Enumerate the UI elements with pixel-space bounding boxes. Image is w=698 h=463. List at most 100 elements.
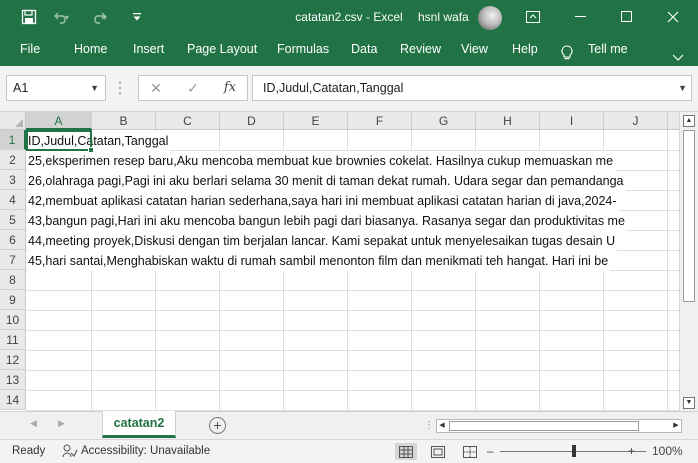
cell-a7[interactable]: 45,hari santai,Menghabiskan waktu di rum… (28, 251, 611, 271)
row-header[interactable]: 2 (0, 150, 26, 170)
previous-sheet-icon[interactable]: ◀ (30, 418, 37, 429)
undo-dropdown-icon[interactable]: ▾ (60, 0, 74, 34)
zoom-out-button[interactable]: – (487, 440, 494, 463)
column-header-d[interactable]: D (220, 112, 284, 130)
row-header[interactable]: 7 (0, 250, 26, 270)
scroll-up-icon[interactable]: ▲ (683, 115, 695, 127)
chevron-down-icon[interactable]: ▼ (90, 76, 99, 100)
column-header-g[interactable]: G (412, 112, 476, 130)
add-sheet-button[interactable]: + (209, 417, 226, 434)
tab-view[interactable]: View (461, 34, 488, 66)
save-icon[interactable] (14, 0, 44, 34)
row-header[interactable]: 14 (0, 390, 26, 410)
vertical-scrollbar[interactable]: ▲ ▼ (679, 112, 698, 411)
formula-buttons: ✕ ✓ fx (138, 75, 248, 101)
vertical-scroll-thumb[interactable] (683, 130, 695, 302)
gridline (26, 290, 679, 291)
column-header-c[interactable]: C (156, 112, 220, 130)
formula-bar-area: A1 ▼ ✕ ✓ fx ID,Judul,Catatan,Tanggal ▼ (0, 66, 698, 112)
tab-insert[interactable]: Insert (133, 34, 164, 66)
redo-dropdown-icon[interactable]: ▾ (98, 0, 112, 34)
column-header-h[interactable]: H (476, 112, 540, 130)
expand-formula-bar-icon[interactable]: ▼ (678, 76, 687, 100)
row-header[interactable]: 3 (0, 170, 26, 190)
zoom-level[interactable]: 100% (652, 440, 683, 463)
ribbon-tabs: File Home Insert Page Layout Formulas Da… (0, 34, 698, 66)
gridline (26, 330, 679, 331)
row-header[interactable]: 10 (0, 310, 26, 330)
accessibility-icon[interactable] (62, 444, 78, 460)
cancel-icon[interactable]: ✕ (145, 78, 167, 98)
avatar[interactable] (478, 6, 502, 30)
minimize-icon[interactable] (558, 0, 604, 34)
column-header-k[interactable] (668, 112, 679, 130)
tab-home[interactable]: Home (74, 34, 107, 66)
row-header[interactable]: 6 (0, 230, 26, 250)
user-name[interactable]: hsnl wafa (418, 0, 469, 34)
horizontal-scrollbar[interactable]: ◀ ▶ (436, 419, 682, 433)
splitter-grip[interactable] (118, 80, 122, 96)
fill-handle[interactable] (88, 147, 94, 153)
cell-a2[interactable]: 25,eksperimen resep baru,Aku mencoba mem… (28, 151, 616, 171)
status-ready: Ready (12, 445, 46, 457)
column-header-b[interactable]: B (92, 112, 156, 130)
cell-a3[interactable]: 26,olahraga pagi,Pagi ini aku berlari se… (28, 171, 626, 191)
zoom-slider-thumb[interactable] (572, 445, 576, 457)
status-bar: Ready Accessibility: Unavailable – + 100… (0, 439, 698, 463)
normal-view-icon[interactable] (395, 443, 417, 460)
row-header[interactable]: 1 (0, 130, 26, 150)
tell-me-search[interactable]: Tell me (588, 34, 628, 66)
close-icon[interactable] (650, 0, 696, 34)
zoom-in-button[interactable]: + (628, 440, 635, 463)
scroll-right-icon[interactable]: ▶ (671, 420, 681, 432)
column-header-a[interactable]: A (26, 112, 92, 130)
name-box-value: A1 (13, 81, 29, 95)
tab-file[interactable]: File (20, 34, 40, 66)
column-header-f[interactable]: F (348, 112, 412, 130)
row-header[interactable]: 13 (0, 370, 26, 390)
scroll-down-icon[interactable]: ▼ (683, 397, 695, 409)
cell-a5[interactable]: 43,bangun pagi,Hari ini aku mencoba bang… (28, 211, 627, 231)
gridline (26, 370, 679, 371)
collapse-ribbon-icon[interactable] (672, 43, 684, 61)
tab-review[interactable]: Review (400, 34, 441, 66)
name-box[interactable]: A1 ▼ (6, 75, 106, 101)
active-cell-indicator (26, 130, 94, 153)
tab-help[interactable]: Help (512, 34, 538, 66)
gridline (26, 390, 679, 391)
cell-a4[interactable]: 42,membuat aplikasi catatan harian seder… (28, 191, 619, 211)
select-all-button[interactable] (0, 112, 26, 130)
tab-data[interactable]: Data (351, 34, 377, 66)
tab-formulas[interactable]: Formulas (277, 34, 329, 66)
customize-qat-icon[interactable] (122, 0, 152, 34)
window-title: catatan2.csv - Excel (295, 10, 403, 24)
row-header[interactable]: 9 (0, 290, 26, 310)
insert-function-icon[interactable]: fx (219, 78, 241, 98)
sheet-tab-catatan2[interactable]: catatan2 (102, 411, 176, 438)
next-sheet-icon[interactable]: ▶ (58, 418, 65, 429)
maximize-icon[interactable] (604, 0, 650, 34)
lightbulb-icon[interactable] (561, 42, 573, 60)
row-header[interactable]: 5 (0, 210, 26, 230)
column-header-j[interactable]: J (604, 112, 668, 130)
worksheet-grid[interactable]: A B C D E F G H I J 1 2 3 4 5 6 7 8 9 10… (0, 112, 679, 411)
horizontal-scroll-thumb[interactable] (449, 421, 639, 431)
row-header[interactable]: 11 (0, 330, 26, 350)
row-header[interactable]: 8 (0, 270, 26, 290)
page-layout-view-icon[interactable] (427, 443, 449, 460)
enter-icon[interactable]: ✓ (182, 78, 204, 98)
tab-page-layout[interactable]: Page Layout (187, 34, 257, 66)
formula-input[interactable]: ID,Judul,Catatan,Tanggal ▼ (252, 75, 692, 101)
formula-content: ID,Judul,Catatan,Tanggal (263, 81, 404, 95)
accessibility-status[interactable]: Accessibility: Unavailable (81, 440, 210, 463)
scroll-left-icon[interactable]: ◀ (437, 420, 447, 432)
page-break-view-icon[interactable] (459, 443, 481, 460)
column-header-i[interactable]: I (540, 112, 604, 130)
column-header-e[interactable]: E (284, 112, 348, 130)
row-header[interactable]: 4 (0, 190, 26, 210)
ribbon-display-options-icon[interactable] (510, 0, 556, 34)
tab-split-handle[interactable]: ⋮ (424, 420, 434, 431)
row-header[interactable]: 12 (0, 350, 26, 370)
cell-a6[interactable]: 44,meeting proyek,Diskusi dengan tim ber… (28, 231, 618, 251)
gridline (26, 350, 679, 351)
